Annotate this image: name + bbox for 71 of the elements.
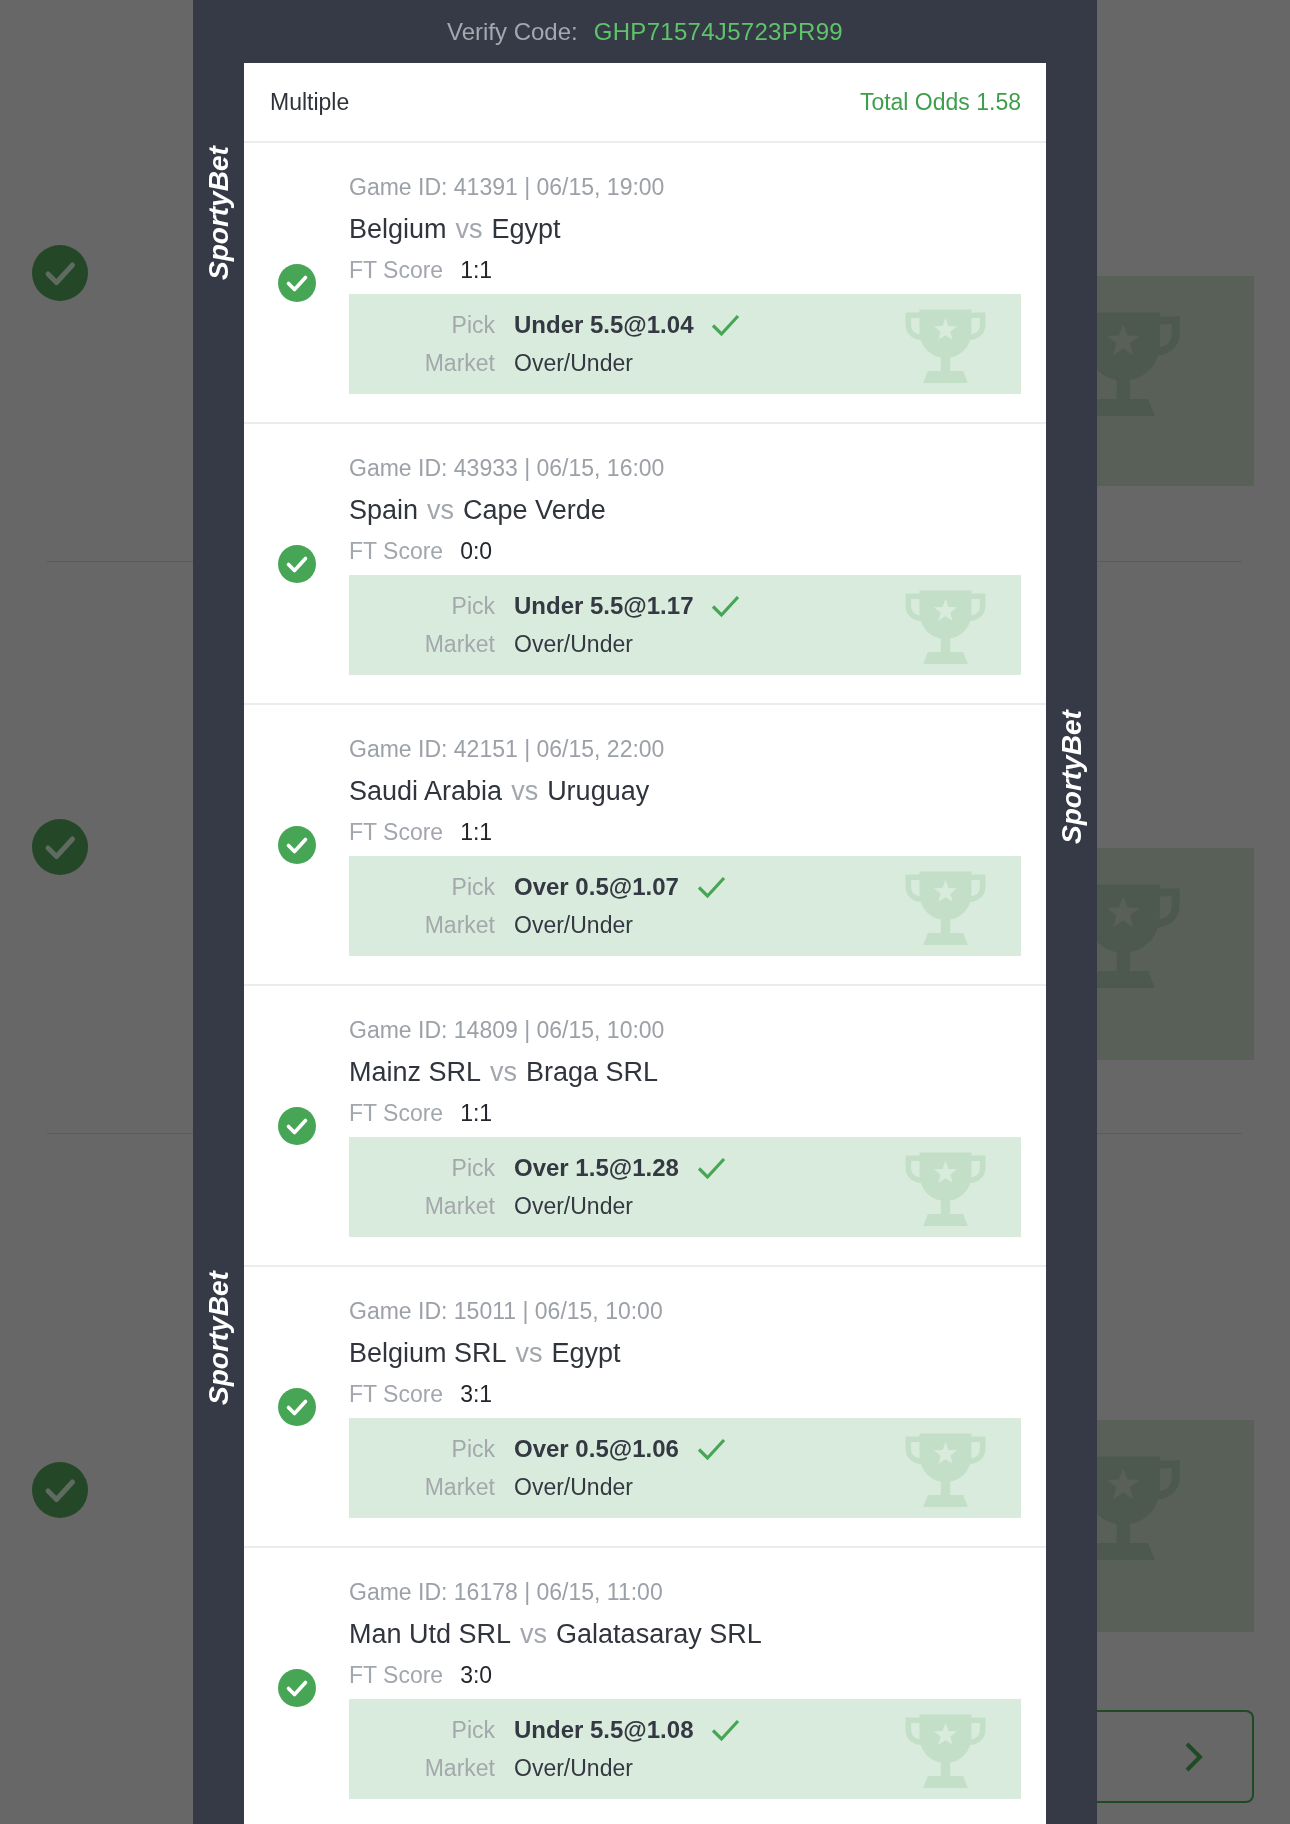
score-value: 3:0 [460, 1661, 493, 1690]
market-label: Market [423, 630, 495, 658]
market-value: Over/Under [514, 349, 633, 377]
pick-value: Over 1.5@1.28 [514, 1154, 679, 1182]
vs-label: vs [455, 213, 483, 246]
game-info: Game ID: 14809 | 06/15, 10:00 [349, 1016, 666, 1045]
vs-label: vs [515, 1337, 543, 1370]
away-team: Uruguay [547, 775, 650, 808]
away-team: Cape Verde [463, 494, 606, 527]
score-value: 1:1 [460, 1099, 493, 1128]
home-team: Spain [349, 494, 419, 527]
home-team: Mainz SRL [349, 1056, 482, 1089]
vs-label: vs [490, 1056, 518, 1089]
vs-label: vs [520, 1618, 548, 1651]
pick-value: Under 5.5@1.04 [514, 311, 694, 339]
brand-logo: SportyBet [201, 144, 235, 282]
pick-value: Under 5.5@1.08 [514, 1716, 694, 1744]
total-odds: Total Odds 1.58 [859, 88, 1021, 116]
away-team: Egypt [491, 213, 561, 246]
score-label: FT Score [349, 818, 444, 847]
vs-label: vs [511, 775, 539, 808]
score-value: 1:1 [460, 818, 493, 847]
score-label: FT Score [349, 537, 444, 566]
pick-value: Under 5.5@1.17 [514, 592, 694, 620]
score-label: FT Score [349, 1661, 444, 1690]
pick-label: Pick [450, 1716, 495, 1744]
chevron-right-icon [1184, 1740, 1204, 1773]
market-value: Over/Under [514, 630, 633, 658]
market-label: Market [423, 1473, 495, 1501]
home-team: Man Utd SRL [349, 1618, 512, 1651]
game-info: Game ID: 43933 | 06/15, 16:00 [349, 454, 666, 483]
brand-logo: SportyBet [201, 1269, 235, 1407]
vs-label: vs [427, 494, 455, 527]
home-team: Saudi Arabia [349, 775, 503, 808]
score-label: FT Score [349, 1099, 444, 1128]
market-label: Market [423, 1192, 495, 1220]
game-info: Game ID: 41391 | 06/15, 19:00 [349, 173, 666, 202]
away-team: Galatasaray SRL [556, 1618, 762, 1651]
score-label: FT Score [349, 1380, 444, 1409]
away-team: Egypt [551, 1337, 621, 1370]
pick-value: Over 0.5@1.07 [514, 873, 679, 901]
bet-type: Multiple [270, 88, 350, 116]
check-circle-icon [32, 245, 88, 301]
check-circle-icon [32, 819, 88, 875]
game-info: Game ID: 42151 | 06/15, 22:00 [349, 735, 666, 764]
score-value: 3:1 [460, 1380, 493, 1409]
score-value: 0:0 [460, 537, 493, 566]
brand-logo: SportyBet [1054, 708, 1088, 846]
score-value: 1:1 [460, 256, 493, 285]
pick-value: Over 0.5@1.06 [514, 1435, 679, 1463]
game-info: Game ID: 16178 | 06/15, 11:00 [349, 1578, 664, 1607]
pick-label: Pick [450, 311, 495, 339]
pick-label: Pick [450, 1435, 495, 1463]
pick-label: Pick [450, 873, 495, 901]
market-label: Market [423, 911, 495, 939]
market-value: Over/Under [514, 1754, 633, 1782]
market-label: Market [423, 349, 495, 377]
home-team: Belgium SRL [349, 1337, 507, 1370]
score-label: FT Score [349, 256, 444, 285]
verify-code-label: Verify Code: [447, 17, 578, 46]
market-value: Over/Under [514, 1473, 633, 1501]
pick-label: Pick [450, 1154, 495, 1182]
away-team: Braga SRL [526, 1056, 659, 1089]
home-team: Belgium [349, 213, 447, 246]
game-info: Game ID: 15011 | 06/15, 10:00 [349, 1297, 664, 1326]
check-circle-icon [32, 1462, 88, 1518]
verify-code: GHP71574J5723PR99 [593, 17, 843, 46]
pick-label: Pick [450, 592, 495, 620]
market-value: Over/Under [514, 1192, 633, 1220]
market-label: Market [423, 1754, 495, 1782]
market-value: Over/Under [514, 911, 633, 939]
